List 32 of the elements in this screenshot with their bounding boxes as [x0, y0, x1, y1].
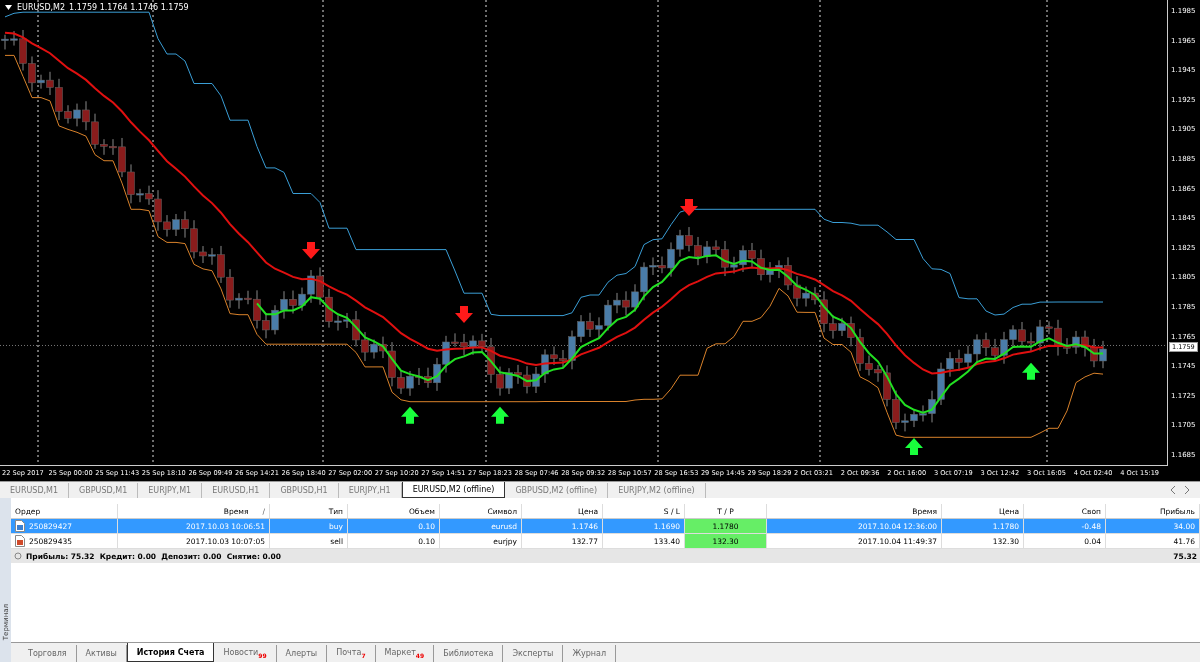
chart-tab[interactable]: GBPUSD,M1	[69, 483, 139, 498]
chart-tab[interactable]: EURJPY,H1	[338, 483, 402, 498]
quote-values: 1.1759 1.1764 1.1746 1.1759	[69, 3, 189, 12]
terminal-tab[interactable]: Активы	[76, 645, 127, 662]
terminal-tab[interactable]: Новости$_{99}$	[214, 645, 277, 662]
terminal-tab[interactable]: Торговля	[19, 645, 77, 662]
terminal-tab[interactable]: История Счета	[126, 643, 215, 662]
balance-icon	[14, 552, 22, 560]
terminal-tab[interactable]: Журнал	[563, 645, 617, 662]
scroll-left-icon[interactable]	[1170, 486, 1176, 494]
chart-tab[interactable]: EURJPY,M2 (offline)	[608, 483, 706, 498]
terminal-tab[interactable]: Маркет$_{49}$	[375, 645, 435, 662]
chart-tab[interactable]: EURUSD,H1	[202, 483, 271, 498]
terminal-tab[interactable]: Алерты	[276, 645, 328, 662]
terminal-tab[interactable]: Почта$_{7}$	[327, 645, 376, 662]
chart-tab[interactable]: GBPUSD,H1	[270, 483, 339, 498]
up-arrow-icon	[401, 406, 419, 424]
chart-tab[interactable]: EURUSD,M2 (offline)	[401, 482, 506, 498]
chart-tab[interactable]: EURJPY,M1	[138, 483, 203, 498]
scroll-right-icon[interactable]	[1184, 486, 1190, 494]
up-arrow-icon	[1022, 362, 1040, 380]
symbol-label: EURUSD,M2	[17, 3, 66, 12]
down-arrow-icon	[455, 305, 473, 323]
down-arrow-icon	[302, 242, 320, 260]
document-icon	[15, 535, 25, 547]
down-arrow-icon	[680, 199, 698, 217]
up-arrow-icon	[491, 406, 509, 424]
terminal-tab[interactable]: Эксперты	[503, 645, 564, 662]
terminal-tab[interactable]: Библиотека	[434, 645, 504, 662]
up-arrow-icon	[905, 438, 923, 456]
dropdown-icon[interactable]	[5, 5, 12, 10]
chart-tab[interactable]: GBPUSD,M2 (offline)	[505, 483, 609, 498]
